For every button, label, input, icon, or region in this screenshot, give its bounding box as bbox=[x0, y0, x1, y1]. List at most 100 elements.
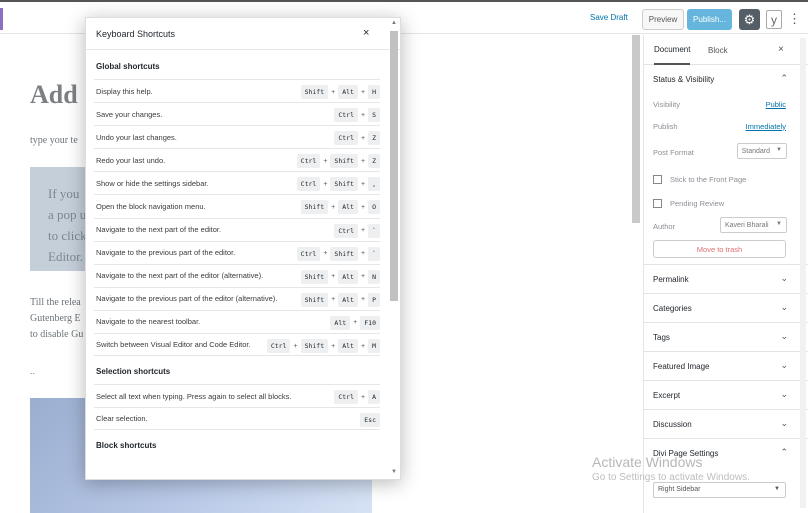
pending-label: Pending Review bbox=[670, 198, 725, 208]
shortcut-section-title: Global shortcuts bbox=[96, 62, 160, 71]
shortcut-keys: Ctrl + S bbox=[334, 108, 380, 123]
key-cap: Ctrl bbox=[296, 177, 321, 192]
publish-button[interactable]: Publish... bbox=[687, 9, 732, 30]
shortcut-section-title: Selection shortcuts bbox=[96, 367, 171, 377]
key-cap: Shift bbox=[300, 269, 329, 284]
modal-scrollbar[interactable]: ▲ ▼ bbox=[390, 20, 398, 475]
shortcut-keys: Alt + F10 bbox=[330, 315, 380, 330]
more-options-icon[interactable]: ⋮ bbox=[788, 10, 801, 28]
shortcut-row: Clear selection. Esc bbox=[94, 407, 380, 431]
scrollbar-thumb[interactable] bbox=[390, 31, 398, 301]
shortcut-keys: Shift + Alt + P bbox=[300, 292, 380, 307]
post-format-select[interactable]: Standard ▼ bbox=[736, 143, 787, 159]
key-cap: A bbox=[368, 390, 380, 405]
keyboard-shortcuts-modal: Keyboard Shortcuts × Global shortcuts Dis… bbox=[85, 17, 401, 480]
shortcut-keys: Shift + Alt + H bbox=[300, 85, 380, 99]
chevron-down-icon: ⌄ bbox=[780, 273, 788, 283]
post-format-row: Post Format Standard ▼ bbox=[644, 137, 808, 167]
shortcut-description: Navigate to the nearest toolbar. bbox=[96, 317, 201, 327]
key-cap: Shift bbox=[300, 200, 329, 215]
stick-checkbox[interactable] bbox=[653, 174, 662, 184]
divi-layout-select[interactable]: Right Sidebar ▼ bbox=[653, 482, 786, 498]
key-separator: + bbox=[293, 342, 298, 350]
key-cap: Shift bbox=[330, 177, 358, 192]
key-separator: + bbox=[360, 393, 366, 401]
panel-title: Tags bbox=[653, 332, 670, 342]
key-separator: + bbox=[331, 203, 336, 211]
pending-checkbox[interactable] bbox=[653, 198, 662, 208]
scroll-up-icon[interactable]: ▲ bbox=[391, 20, 397, 26]
close-icon[interactable]: × bbox=[363, 27, 369, 39]
panel-tags[interactable]: Tags ⌄ bbox=[644, 323, 808, 352]
paragraph-line: Gutenberg E bbox=[30, 313, 81, 324]
key-cap: Alt bbox=[330, 315, 351, 330]
pending-row: Pending Review bbox=[644, 191, 808, 215]
shortcut-row: Switch between Visual Editor and Code Ed… bbox=[94, 333, 380, 357]
panel-featured-image[interactable]: Featured Image ⌄ bbox=[644, 352, 808, 381]
key-separator: + bbox=[360, 227, 366, 235]
key-separator: + bbox=[331, 273, 336, 281]
shortcut-keys: Ctrl + Shift + Z bbox=[296, 154, 380, 169]
panel-title: Excerpt bbox=[653, 390, 681, 400]
publish-label: Publish bbox=[653, 121, 678, 131]
visibility-link[interactable]: Public bbox=[766, 100, 786, 109]
key-cap: , bbox=[368, 177, 380, 192]
scroll-down-icon[interactable]: ▼ bbox=[391, 469, 397, 475]
close-icon[interactable]: × bbox=[778, 44, 784, 55]
key-cap: Ctrl bbox=[334, 223, 358, 238]
paragraph-block[interactable]: type your te bbox=[30, 135, 78, 146]
shortcut-keys: Ctrl + Shift + ` bbox=[296, 246, 380, 261]
key-cap: P bbox=[368, 292, 380, 307]
chevron-down-icon: ⌄ bbox=[780, 418, 788, 428]
shortcut-keys: Ctrl + A bbox=[334, 390, 380, 405]
key-cap: F10 bbox=[360, 315, 380, 330]
select-value: Right Sidebar bbox=[658, 486, 701, 493]
tab-document[interactable]: Document bbox=[654, 35, 691, 65]
chevron-down-icon: ⌄ bbox=[780, 302, 788, 312]
chevron-down-icon: ⌄ bbox=[780, 331, 788, 341]
panel-excerpt[interactable]: Excerpt ⌄ bbox=[644, 381, 808, 410]
move-to-trash-button[interactable]: Move to trash bbox=[653, 240, 786, 258]
yoast-icon[interactable]: y bbox=[766, 10, 782, 29]
author-label: Author bbox=[653, 221, 676, 231]
publish-date-link[interactable]: Immediately bbox=[746, 122, 786, 131]
shortcut-row: Show or hide the settings sidebar. Ctrl + S… bbox=[94, 171, 380, 194]
key-cap: Shift bbox=[330, 246, 358, 261]
visibility-label: Visibility bbox=[653, 99, 680, 109]
modal-title: Keyboard Shortcuts bbox=[96, 29, 176, 39]
post-format-label: Post Format bbox=[653, 147, 694, 157]
post-title[interactable]: Add bbox=[30, 80, 78, 110]
tab-block[interactable]: Block bbox=[708, 35, 728, 65]
settings-gear-icon[interactable]: ⚙ bbox=[739, 9, 760, 30]
sidebar-scrollbar[interactable] bbox=[800, 38, 806, 508]
shortcut-description: Save your changes. bbox=[96, 109, 163, 119]
shortcut-row: Navigate to the next part of the editor … bbox=[94, 263, 380, 287]
panel-title: Featured Image bbox=[653, 361, 710, 371]
key-separator: + bbox=[360, 134, 366, 142]
shortcut-description: Redo your last undo. bbox=[96, 155, 166, 165]
key-separator: + bbox=[331, 342, 336, 350]
panel-permalink[interactable]: Permalink ⌄ bbox=[644, 265, 808, 294]
shortcut-keys: Shift + Alt + O bbox=[300, 200, 380, 215]
key-cap: S bbox=[368, 108, 380, 123]
author-select[interactable]: Kaveri Bharali ▼ bbox=[720, 217, 787, 233]
editor-scrollbar[interactable] bbox=[632, 35, 640, 223]
key-separator: + bbox=[360, 88, 366, 96]
chevron-down-icon: ⌄ bbox=[780, 389, 788, 399]
save-draft-button[interactable]: Save Draft bbox=[590, 13, 628, 22]
modal-header: Keyboard Shortcuts × bbox=[86, 18, 400, 50]
key-separator: + bbox=[360, 296, 366, 304]
shortcut-row: Navigate to the nearest toolbar. Alt + F10 bbox=[94, 309, 380, 333]
paragraph-block[interactable]: .. bbox=[30, 366, 35, 376]
panel-header[interactable]: Status & Visibility ⌃ bbox=[644, 65, 808, 93]
key-cap: ` bbox=[368, 223, 380, 238]
panel-discussion[interactable]: Discussion ⌄ bbox=[644, 410, 808, 439]
panel-categories[interactable]: Categories ⌄ bbox=[644, 294, 808, 323]
paragraph-line: to disable Gu bbox=[30, 329, 84, 340]
shortcut-row: Select all text when typing. Press again… bbox=[94, 384, 380, 407]
key-cap: Ctrl bbox=[296, 246, 321, 261]
shortcut-keys: Ctrl + Shift + Alt + M bbox=[266, 339, 380, 354]
stick-row: Stick to the Front Page bbox=[644, 167, 808, 191]
preview-button[interactable]: Preview bbox=[642, 9, 684, 30]
paragraph-block[interactable]: Till the relea Gutenberg E to disable Gu bbox=[30, 295, 83, 343]
